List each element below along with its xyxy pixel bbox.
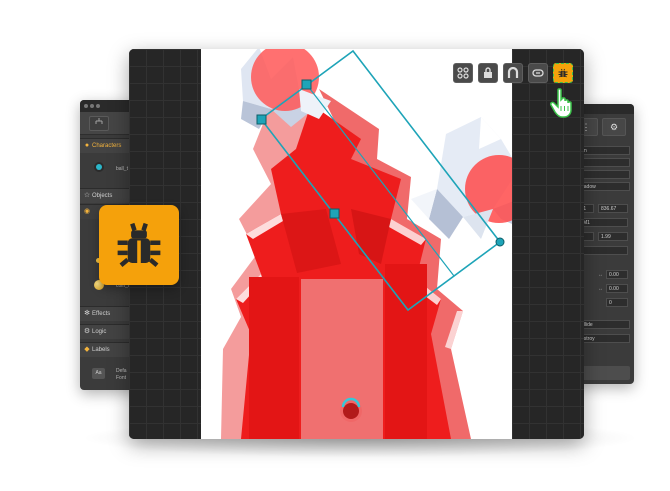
lock-icon <box>484 67 492 78</box>
debug-button[interactable] <box>553 63 573 83</box>
physics-joints-button[interactable] <box>453 63 473 83</box>
star-icon: ☆ <box>83 192 91 199</box>
property-field[interactable]: 836.67 <box>598 204 628 213</box>
hierarchy-button[interactable] <box>89 116 109 131</box>
effects-icon: ✻ <box>84 310 90 317</box>
ball-thumbnail[interactable] <box>96 164 102 170</box>
gear-icon: ⚙ <box>609 122 619 132</box>
field-label: ↔ <box>598 272 603 278</box>
debug-badge <box>99 205 179 285</box>
bug-icon <box>117 222 161 267</box>
physics-joints-icon <box>457 67 469 79</box>
property-field[interactable]: 1.99 <box>598 232 628 241</box>
resize-handle[interactable] <box>329 208 340 219</box>
link-button[interactable] <box>528 63 548 83</box>
list-item[interactable]: Font <box>116 375 126 381</box>
field-label: ↔ <box>598 286 603 292</box>
property-field[interactable] <box>578 158 630 167</box>
hierarchy-icon <box>95 118 103 124</box>
settings-tab[interactable]: ⚙ <box>602 118 626 136</box>
property-field[interactable]: hadow <box>578 182 630 191</box>
person-icon: ● <box>84 142 90 149</box>
magnet-icon <box>507 67 519 78</box>
property-field[interactable] <box>578 170 630 179</box>
hand-cursor-icon <box>550 88 572 118</box>
selection-box[interactable] <box>201 49 512 439</box>
property-dropdown[interactable]: estroy <box>578 334 630 343</box>
scene-editor <box>129 49 584 439</box>
font-icon[interactable]: Aa <box>92 368 105 379</box>
resize-handle[interactable] <box>256 114 267 125</box>
list-item[interactable]: Defa <box>116 368 127 374</box>
resize-handle[interactable] <box>301 79 312 90</box>
property-field[interactable]: 0 <box>606 298 628 307</box>
action-button[interactable] <box>578 366 630 380</box>
property-field[interactable]: °M1 <box>578 218 628 227</box>
lock-button[interactable] <box>478 63 498 83</box>
tag-icon: ◆ <box>84 346 90 353</box>
bug-icon <box>558 68 568 78</box>
target-icon: ◉ <box>83 208 91 215</box>
window-dot[interactable] <box>84 104 88 108</box>
window-dot[interactable] <box>90 104 94 108</box>
property-dropdown[interactable]: ollide <box>578 320 630 329</box>
property-field[interactable] <box>578 246 628 255</box>
rotate-handle[interactable] <box>495 237 505 247</box>
property-field[interactable]: 0.00 <box>606 284 628 293</box>
game-scene[interactable] <box>201 49 512 439</box>
property-field[interactable]: rm <box>578 146 630 155</box>
logic-icon: ⚙ <box>83 328 91 335</box>
property-field[interactable]: 0.00 <box>606 270 628 279</box>
list-item[interactable]: ball_t <box>116 166 128 172</box>
link-icon <box>532 69 544 77</box>
window-dot[interactable] <box>96 104 100 108</box>
magnet-button[interactable] <box>503 63 523 83</box>
